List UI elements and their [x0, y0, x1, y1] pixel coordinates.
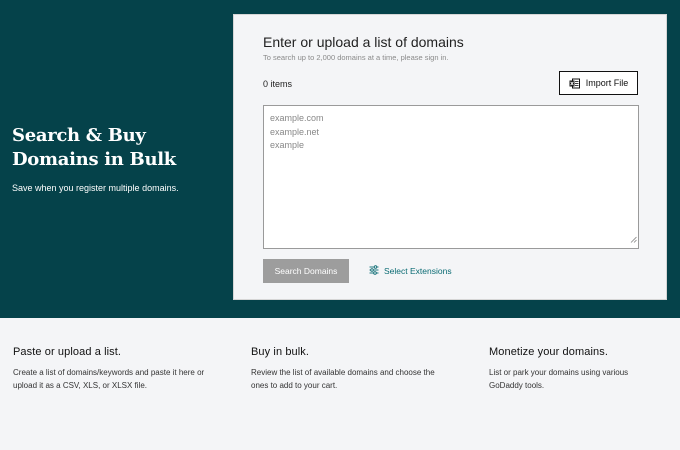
feature-title: Monetize your domains.	[489, 346, 608, 358]
feature-paste-upload: Paste or upload a list. Create a list of…	[13, 346, 213, 393]
resize-handle-icon[interactable]	[630, 234, 637, 248]
placeholder-line: example	[270, 140, 305, 150]
domain-list-textarea[interactable]: example.com example.net example	[263, 105, 639, 249]
panel-subtitle: To search up to 2,000 domains at a time,…	[263, 53, 449, 62]
placeholder-line: example.net	[270, 126, 320, 137]
placeholder-line: example.com	[270, 113, 324, 123]
feature-title: Buy in bulk.	[251, 346, 310, 358]
panel-title: Enter or upload a list of domains	[263, 34, 464, 50]
select-extensions-link[interactable]: Select Extensions	[369, 259, 452, 283]
features-section: Paste or upload a list. Create a list of…	[0, 318, 680, 450]
search-domains-button[interactable]: Search Domains	[263, 259, 349, 283]
sliders-icon	[369, 265, 379, 277]
import-file-label: Import File	[585, 78, 629, 88]
feature-title: Paste or upload a list.	[13, 346, 122, 358]
hero-banner: Search & Buy Domains in Bulk Save when y…	[0, 0, 680, 318]
import-file-button[interactable]: Import File	[559, 71, 638, 95]
feature-buy-bulk: Buy in bulk. Review the list of availabl…	[251, 346, 436, 393]
feature-description: Create a list of domains/keywords and pa…	[13, 368, 205, 391]
feature-monetize: Monetize your domains. List or park your…	[489, 346, 664, 393]
hero-subtitle: Save when you register multiple domains.	[12, 183, 179, 193]
hero-title: Search & Buy Domains in Bulk	[12, 125, 176, 170]
hero-text: Search & Buy Domains in Bulk Save when y…	[12, 124, 227, 193]
feature-description: List or park your domains using various …	[489, 368, 629, 391]
item-count: 0 items	[263, 79, 293, 89]
bulk-search-panel: Enter or upload a list of domains To sea…	[233, 14, 667, 300]
excel-file-icon	[569, 78, 580, 89]
select-extensions-label: Select Extensions	[384, 266, 452, 276]
feature-description: Review the list of available domains and…	[251, 368, 435, 391]
